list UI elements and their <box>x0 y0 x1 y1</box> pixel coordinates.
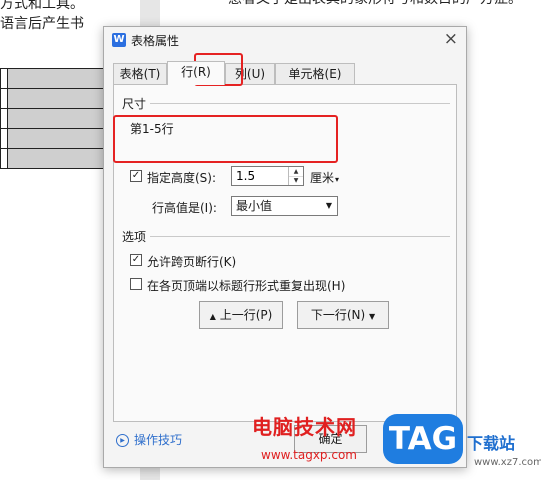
chevron-down-icon: ▾ <box>335 175 340 184</box>
document-text-left: 方式和工具。 语言后产生书 <box>0 0 84 34</box>
rows-range-label: 第1-5行 <box>130 122 174 136</box>
height-unit-dropdown[interactable]: 厘米▾ <box>310 169 339 186</box>
wps-logo-icon: W <box>112 33 126 47</box>
tab-column[interactable]: 列(U) <box>225 63 275 84</box>
watermark-url: www.tagxp.com <box>261 448 357 462</box>
arrow-up-icon: ▲ <box>209 312 216 321</box>
watermark-site-url: www.xz7.com <box>474 457 541 468</box>
row-height-stepper[interactable]: ▲ ▼ <box>231 166 304 186</box>
height-unit-label: 厘米 <box>310 171 335 185</box>
repeat-header-label: 在各页顶端以标题行形式重复出现(H) <box>147 279 346 293</box>
row-height-input[interactable] <box>232 167 292 185</box>
next-row-label: 下一行(N) <box>310 308 366 322</box>
watermark-tag-logo: TAG <box>383 414 463 464</box>
size-group-divider <box>150 103 450 104</box>
row-height-is-value: 最小值 <box>236 199 273 213</box>
chevron-down-icon: ▼ <box>325 201 332 210</box>
dialog-titlebar[interactable]: W 表格属性 × <box>104 27 466 53</box>
stepper-buttons: ▲ ▼ <box>288 167 303 185</box>
document-line-2: 语言后产生书 <box>0 16 84 32</box>
specify-height-checkbox[interactable]: ✓ <box>130 170 142 182</box>
tab-cell[interactable]: 单元格(E) <box>275 63 355 84</box>
operation-tips-label: 操作技巧 <box>134 433 183 447</box>
dialog-title: 表格属性 <box>131 34 180 48</box>
allow-break-checkbox[interactable]: ✓ <box>130 254 142 266</box>
close-icon[interactable]: × <box>444 29 458 49</box>
repeat-header-checkbox[interactable] <box>130 278 142 290</box>
stepper-down-icon[interactable]: ▼ <box>289 176 303 185</box>
document-text-right: 惑者又于是出表其的象形符号和数目的产方症。 <box>228 0 522 8</box>
watermark-brand-text: 电脑技术网 <box>252 415 357 439</box>
arrow-down-icon: ▼ <box>369 312 376 321</box>
table-properties-dialog: W 表格属性 × 表格(T) 行(R) 列(U) 单元格(E) 尺寸 第1-5行… <box>103 26 467 468</box>
row-tab-panel: 尺寸 第1-5行 ✓ 指定高度(S): ▲ ▼ 厘米▾ 行高值是(I): 最小值… <box>113 84 457 422</box>
play-circle-icon: ▶ <box>116 434 129 447</box>
previous-row-label: 上一行(P) <box>219 308 273 322</box>
tab-row[interactable]: 行(R) <box>167 61 225 85</box>
operation-tips-link[interactable]: ▶ 操作技巧 <box>116 431 182 448</box>
size-group-title: 尺寸 <box>122 97 147 111</box>
previous-row-button[interactable]: ▲ 上一行(P) <box>199 301 283 329</box>
document-line-1: 方式和工具。 <box>0 0 84 12</box>
options-group-divider <box>150 236 450 237</box>
row-height-is-label: 行高值是(I): <box>152 201 217 215</box>
next-row-button[interactable]: 下一行(N) ▼ <box>297 301 389 329</box>
allow-break-label: 允许跨页断行(K) <box>147 255 237 269</box>
specify-height-label: 指定高度(S): <box>147 171 217 185</box>
options-group-title: 选项 <box>122 230 147 244</box>
row-height-is-select[interactable]: 最小值 ▼ <box>231 196 338 216</box>
watermark-site-name: 下载站 <box>467 434 516 453</box>
tab-table[interactable]: 表格(T) <box>113 63 167 84</box>
